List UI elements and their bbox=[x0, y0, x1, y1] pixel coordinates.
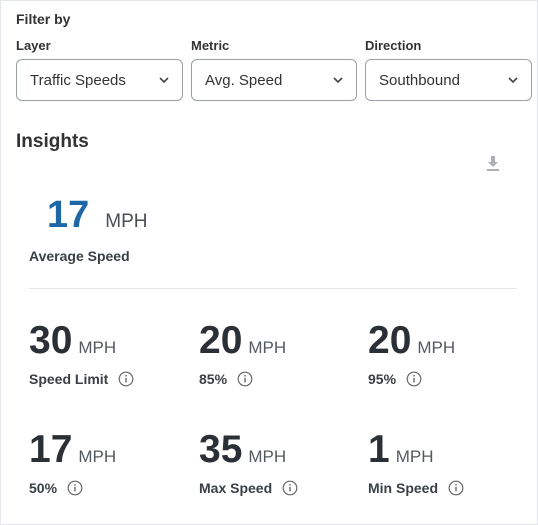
metric-value: 20 bbox=[368, 319, 412, 362]
average-speed-label: Average Speed bbox=[29, 248, 130, 264]
metric-label: 50% bbox=[29, 480, 58, 496]
divider bbox=[29, 288, 517, 289]
direction-label: Direction bbox=[365, 38, 422, 53]
metric-label: Speed Limit bbox=[29, 371, 109, 387]
metric-filter: Metric Avg. Speed bbox=[191, 38, 357, 101]
metric-value: 30 bbox=[29, 319, 73, 362]
info-icon[interactable] bbox=[237, 371, 253, 387]
metric-label: Metric bbox=[191, 38, 230, 53]
metric-max-speed: 35 MPH Max Speed bbox=[199, 428, 298, 496]
info-icon[interactable] bbox=[406, 371, 422, 387]
metric-label: 85% bbox=[199, 371, 228, 387]
insights-panel: Filter by Layer Traffic Speeds Metric Av… bbox=[0, 0, 538, 525]
direction-select[interactable]: Southbound bbox=[365, 59, 532, 101]
metric-label: Max Speed bbox=[199, 480, 273, 496]
metric-value: 17 bbox=[29, 428, 73, 471]
metric-min-speed: 1 MPH Min Speed bbox=[368, 428, 464, 496]
metric-unit: MPH bbox=[248, 447, 287, 466]
metric-speed-limit: 30 MPH Speed Limit bbox=[29, 319, 134, 387]
direction-select-value: Southbound bbox=[379, 71, 460, 89]
info-icon[interactable] bbox=[282, 480, 298, 496]
layer-filter: Layer Traffic Speeds bbox=[16, 38, 183, 101]
average-speed: 17 MPH bbox=[47, 194, 148, 237]
metric-unit: MPH bbox=[395, 447, 434, 466]
direction-filter: Direction Southbound bbox=[365, 38, 532, 101]
metric-unit: MPH bbox=[78, 447, 117, 466]
info-icon[interactable] bbox=[67, 480, 83, 496]
layer-select-value: Traffic Speeds bbox=[30, 71, 126, 89]
chevron-down-icon bbox=[333, 77, 343, 84]
metric-value: 35 bbox=[199, 428, 243, 471]
info-icon[interactable] bbox=[448, 480, 464, 496]
metric-value: 1 bbox=[368, 428, 390, 471]
metric-50th-percentile: 17 MPH 50% bbox=[29, 428, 116, 496]
insights-title: Insights bbox=[16, 131, 89, 152]
info-icon[interactable] bbox=[118, 371, 134, 387]
filter-title: Filter by bbox=[16, 11, 71, 27]
metric-unit: MPH bbox=[248, 338, 287, 357]
average-speed-unit: MPH bbox=[105, 211, 148, 232]
chevron-down-icon bbox=[159, 77, 169, 84]
layer-label: Layer bbox=[16, 38, 51, 53]
metric-value: 20 bbox=[199, 319, 243, 362]
metric-unit: MPH bbox=[417, 338, 456, 357]
metric-unit: MPH bbox=[78, 338, 117, 357]
metric-85th-percentile: 20 MPH 85% bbox=[199, 319, 286, 387]
metric-95th-percentile: 20 MPH 95% bbox=[368, 319, 455, 387]
download-icon[interactable] bbox=[484, 154, 502, 174]
layer-select[interactable]: Traffic Speeds bbox=[16, 59, 183, 101]
metric-select[interactable]: Avg. Speed bbox=[191, 59, 357, 101]
metric-label: Min Speed bbox=[368, 480, 439, 496]
metric-select-value: Avg. Speed bbox=[205, 71, 283, 89]
metric-label: 95% bbox=[368, 371, 397, 387]
average-speed-value: 17 bbox=[47, 194, 90, 236]
chevron-down-icon bbox=[508, 77, 518, 84]
